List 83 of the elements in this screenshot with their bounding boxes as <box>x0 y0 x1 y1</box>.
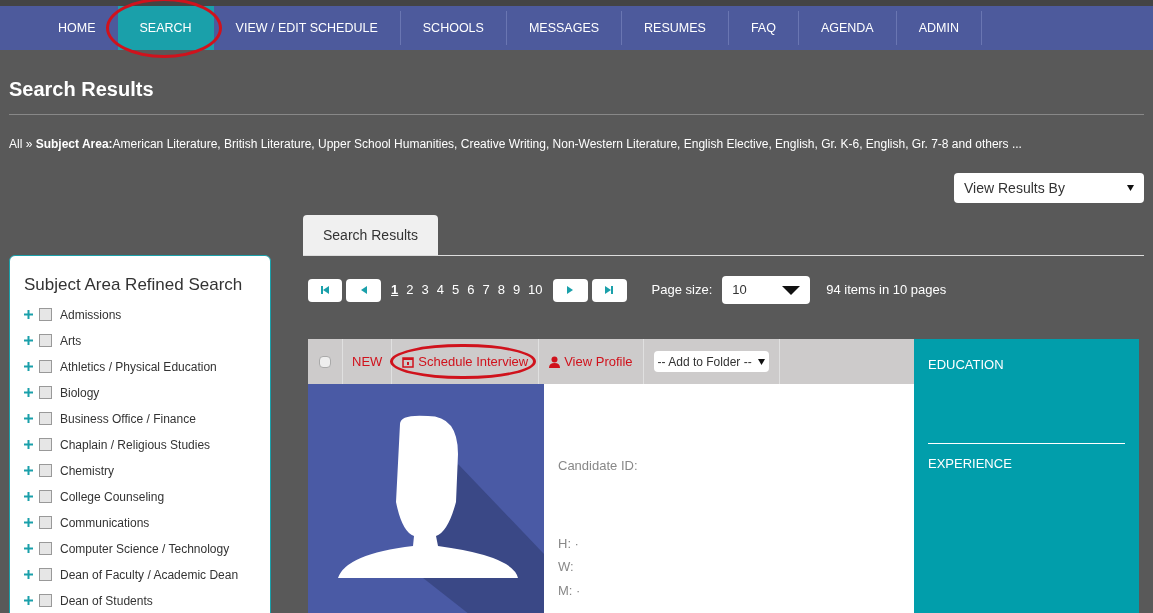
next-icon <box>566 285 575 295</box>
subject-label[interactable]: Business Office / Finance <box>60 409 196 428</box>
page-title: Search Results <box>9 50 1144 115</box>
previous-page-button[interactable] <box>346 278 381 302</box>
items-summary: 94 items in 10 pages <box>826 281 947 300</box>
subject-label[interactable]: Chaplain / Religious Studies <box>60 435 211 454</box>
checkbox[interactable] <box>39 464 52 477</box>
checkbox[interactable] <box>39 308 52 321</box>
view-results-dropdown[interactable]: View Results By <box>954 173 1144 203</box>
page-link[interactable]: 4 <box>436 280 444 300</box>
phone-label: H: · <box>558 534 580 553</box>
page-link[interactable]: 1 <box>391 280 399 300</box>
plus-icon[interactable] <box>24 596 33 605</box>
checkbox[interactable] <box>39 334 52 347</box>
caret-icon <box>1127 185 1134 191</box>
page-link[interactable]: 3 <box>421 280 429 300</box>
page-link[interactable]: 2 <box>406 280 414 300</box>
last-page-button[interactable] <box>591 278 627 302</box>
calendar-icon <box>402 355 415 368</box>
checkbox[interactable] <box>39 438 52 451</box>
page-link[interactable]: 7 <box>482 280 490 300</box>
plus-icon[interactable] <box>24 310 33 319</box>
checkbox[interactable] <box>39 594 52 607</box>
checkbox[interactable] <box>39 386 52 399</box>
next-page-button[interactable] <box>552 278 588 302</box>
page-link[interactable]: 6 <box>467 280 475 300</box>
subject-label[interactable]: Biology <box>60 383 100 402</box>
plus-icon[interactable] <box>24 466 33 475</box>
plus-icon[interactable] <box>24 362 33 371</box>
first-page-icon <box>320 285 330 295</box>
plus-icon[interactable] <box>24 388 33 397</box>
subject-label[interactable]: Chemistry <box>60 461 114 480</box>
last-page-icon <box>604 285 615 295</box>
checkbox[interactable] <box>39 542 52 555</box>
candidate-id-label: Candidate ID: <box>558 457 639 475</box>
subject-label[interactable]: Dean of Faculty / Academic Dean <box>60 565 239 584</box>
subject-label[interactable]: Computer Science / Technology <box>60 539 230 558</box>
phone-label: W: <box>558 558 575 576</box>
subject-label[interactable]: Athletics / Physical Education <box>60 357 217 376</box>
nav-link[interactable]: FAQ <box>728 6 798 50</box>
panel-title: Subject Area Refined Search <box>24 274 244 296</box>
checkbox[interactable] <box>319 355 331 368</box>
plus-icon[interactable] <box>24 414 33 423</box>
nav-link[interactable]: RESUMES <box>622 6 728 50</box>
section-heading: EXPERIENCE <box>928 454 1013 473</box>
page-link[interactable]: 10 <box>528 280 543 300</box>
subject-label[interactable]: Communications <box>60 513 150 532</box>
nav-link[interactable]: HOME <box>36 6 118 50</box>
nav-link[interactable]: ADMIN <box>896 6 981 50</box>
plus-icon[interactable] <box>24 492 33 501</box>
add-to-folder-dropdown[interactable]: -- Add to Folder -- <box>653 351 769 372</box>
caret-icon <box>782 285 801 295</box>
plus-icon[interactable] <box>24 518 33 527</box>
plus-icon[interactable] <box>24 544 33 553</box>
page-link[interactable]: 8 <box>497 280 505 300</box>
nav-link[interactable]: SCHOOLS <box>400 6 506 50</box>
plus-icon[interactable] <box>24 440 33 449</box>
plus-icon[interactable] <box>24 336 33 345</box>
nav-link[interactable]: MESSAGES <box>506 6 622 50</box>
section-heading: EDUCATION <box>928 356 1005 374</box>
checkbox[interactable] <box>39 360 52 373</box>
nav-link[interactable]: VIEW / EDIT SCHEDULE <box>213 6 400 50</box>
checkbox[interactable] <box>39 490 52 503</box>
first-page-button[interactable] <box>308 278 342 302</box>
page-size-label: Page size: <box>651 281 713 300</box>
checkbox[interactable] <box>39 568 52 581</box>
tab[interactable]: Search Results <box>303 215 438 255</box>
nav-link[interactable]: AGENDA <box>798 6 896 50</box>
subject-label[interactable]: Admissions <box>60 305 122 324</box>
subject-label[interactable]: College Counseling <box>60 487 165 506</box>
subject-label[interactable]: Arts <box>60 331 82 350</box>
page-link[interactable]: 5 <box>451 280 460 300</box>
caret-icon <box>757 358 765 365</box>
page-link[interactable]: 9 <box>512 280 521 300</box>
breadcrumb: All » Subject Area:American Literature, British Literature, Upper School Humanities, Creative Writing, Non-Western Literature, English Elective, English, Gr. K-6, English, Gr. 7-8 and others ... <box>9 136 1023 153</box>
plus-icon[interactable] <box>24 570 33 579</box>
page-size-dropdown[interactable]: 10 <box>722 276 811 304</box>
previous-icon <box>359 285 368 295</box>
checkbox[interactable] <box>39 516 52 529</box>
checkbox[interactable] <box>39 412 52 425</box>
phone-label: M: · <box>558 581 582 600</box>
person-icon <box>549 355 561 368</box>
subject-label[interactable]: Dean of Students <box>60 591 153 610</box>
